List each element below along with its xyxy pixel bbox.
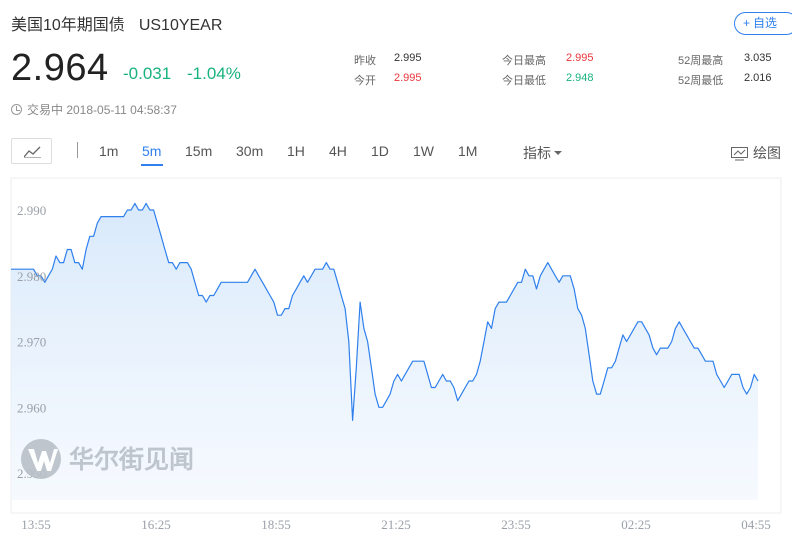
x-tick-label: 21:25 (381, 517, 411, 532)
tab-15m[interactable]: 15m (185, 143, 212, 159)
chart-type-button[interactable] (11, 138, 52, 164)
draw-label: 绘图 (753, 145, 781, 161)
plus-icon: + (743, 16, 751, 30)
y-tick-label: 2.960 (17, 400, 46, 415)
drawing-board-icon (731, 147, 748, 161)
tab-1m[interactable]: 1m (99, 143, 118, 159)
x-tick-label: 23:55 (501, 517, 531, 532)
stat-day-low: 今日最低 2.948 (502, 72, 594, 88)
indicator-menu[interactable]: 指标 (523, 143, 562, 163)
tab-1h[interactable]: 1H (287, 143, 305, 159)
stat-label: 今日最低 (502, 75, 546, 87)
stat-value: 3.035 (744, 52, 772, 64)
x-tick-label: 04:55 (741, 517, 771, 532)
price-change-percent: -1.04% (187, 64, 241, 83)
trading-status-text: 交易中 2018-05-11 04:58:37 (27, 103, 177, 117)
stat-value: 2.995 (394, 72, 422, 84)
price-change: -0.031 (123, 64, 172, 83)
stat-value: 2.995 (394, 52, 422, 64)
add-favorite-label: 自选 (753, 16, 778, 30)
active-tab-indicator (141, 164, 163, 166)
stat-value: 2.995 (566, 52, 594, 64)
watermark: 华尔街见闻 (21, 439, 194, 479)
watermark-text: 华尔街见闻 (69, 445, 194, 474)
price-chart[interactable]: 2.9902.9802.9702.9602.950 13:5516:2518:5… (0, 170, 792, 540)
stat-day-high: 今日最高 2.995 (502, 52, 594, 68)
stat-open: 今开 2.995 (354, 72, 422, 88)
stat-prev-close: 昨收 2.995 (354, 52, 422, 68)
last-price: 2.964 (11, 47, 109, 89)
line-chart-icon (24, 146, 41, 158)
stat-52w-high: 52周最高 3.035 (678, 52, 772, 68)
toolbar-divider (77, 142, 78, 158)
tab-30m[interactable]: 30m (236, 143, 263, 159)
x-tick-label: 13:55 (21, 517, 51, 532)
y-tick-label: 2.970 (17, 335, 46, 350)
stat-label: 52周最高 (678, 55, 724, 67)
tab-1w[interactable]: 1W (413, 143, 434, 159)
stat-value: 2.948 (566, 72, 594, 84)
caret-down-icon (554, 151, 562, 155)
tab-4h[interactable]: 4H (329, 143, 347, 159)
chart-toolbar: 1m 5m 15m 30m 1H 4H 1D 1W 1M 指标 绘图 (0, 136, 792, 166)
add-favorite-button[interactable]: + 自选 (734, 12, 792, 35)
instrument-name: 美国10年期国债 (11, 17, 125, 34)
x-axis-ticks: 13:55 16:25 18:55 21:25 23:55 02:25 04:55 (21, 517, 771, 532)
stat-label: 今开 (354, 75, 376, 87)
tab-1mo[interactable]: 1M (458, 143, 477, 159)
x-tick-label: 18:55 (261, 517, 291, 532)
stat-52w-low: 52周最低 2.016 (678, 72, 772, 88)
tab-1d[interactable]: 1D (371, 143, 389, 159)
tab-5m[interactable]: 5m (142, 143, 161, 159)
trading-status: 交易中 2018-05-11 04:58:37 (11, 101, 177, 118)
stat-label: 昨收 (354, 55, 376, 67)
clock-icon (11, 104, 22, 115)
x-tick-label: 16:25 (141, 517, 171, 532)
stat-label: 今日最高 (502, 55, 546, 67)
stat-label: 52周最低 (678, 75, 724, 87)
y-tick-label: 2.990 (17, 203, 46, 218)
instrument-title: 美国10年期国债 US10YEAR (11, 11, 222, 35)
instrument-symbol: US10YEAR (138, 17, 223, 34)
y-tick-label: 2.980 (17, 269, 46, 284)
draw-button[interactable]: 绘图 (731, 143, 781, 163)
indicator-label: 指标 (523, 145, 551, 161)
stat-value: 2.016 (744, 72, 772, 84)
x-tick-label: 02:25 (621, 517, 651, 532)
